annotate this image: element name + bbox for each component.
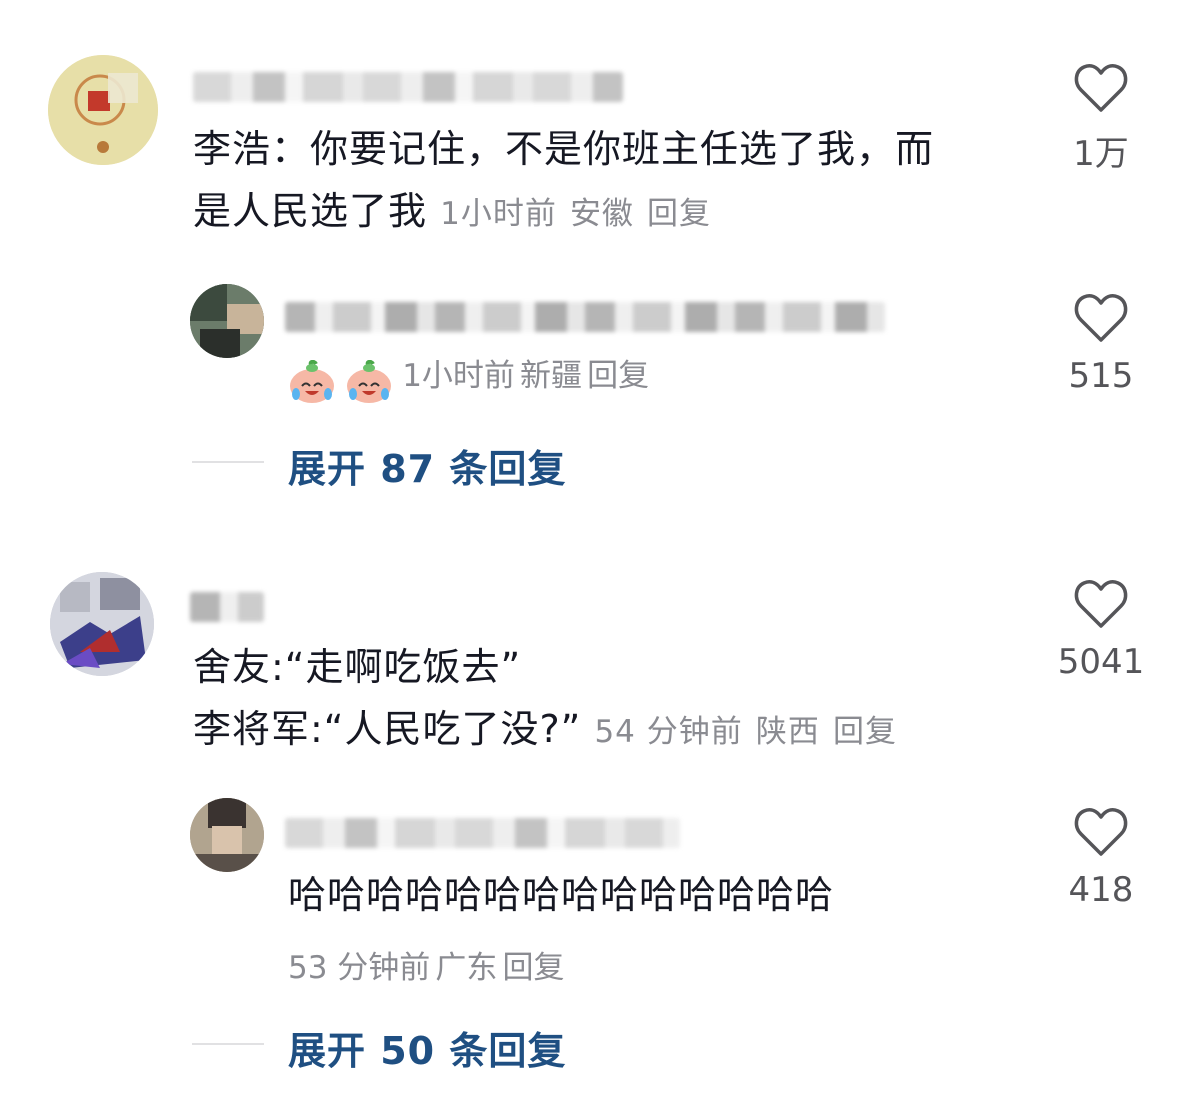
like-button[interactable]: 418 <box>1056 806 1146 910</box>
avatar-seal-icon <box>48 55 158 165</box>
comment-text-line: 李将军:“人民吃了没?” 54 分钟前 陕西 回复 <box>193 707 897 751</box>
comment-text-line: 舍友:“走啊吃饭去” <box>193 645 522 689</box>
reply-avatar[interactable] <box>190 284 264 358</box>
comment-avatar[interactable] <box>50 572 154 676</box>
reply-location: 新疆 <box>520 358 583 394</box>
avatar-blurred-icon <box>190 798 264 872</box>
reply-username-blurred[interactable] <box>285 818 680 848</box>
comment-text-line: 李浩：你要记住，不是你班主任选了我，而 <box>193 127 935 171</box>
comment-avatar[interactable] <box>48 55 158 165</box>
comment-location: 安徽 <box>569 196 634 232</box>
divider <box>192 461 264 463</box>
reply-button[interactable]: 回复 <box>503 950 565 986</box>
like-button[interactable]: 1万 <box>1056 62 1146 175</box>
like-button[interactable]: 5041 <box>1056 578 1146 682</box>
heart-outline-icon <box>1074 294 1128 342</box>
like-count: 5041 <box>1057 642 1145 682</box>
comment-text-line: 是人民选了我 1小时前 安徽 回复 <box>193 189 712 233</box>
heart-outline-icon <box>1074 64 1128 112</box>
reply-text: 哈哈哈哈哈哈哈哈哈哈哈哈哈哈 <box>288 873 835 917</box>
reply-button[interactable]: 回复 <box>647 196 711 232</box>
reply-username-blurred[interactable] <box>285 302 885 332</box>
avatar-anime-icon <box>50 572 154 676</box>
reply-location: 广东 <box>435 950 498 986</box>
reply-button[interactable]: 回复 <box>833 714 897 750</box>
crying-laughing-peach-emoji <box>345 359 393 404</box>
comment-username-blurred[interactable] <box>193 72 623 102</box>
comment-location: 陕西 <box>755 714 820 750</box>
comment-username-blurred[interactable] <box>190 592 264 622</box>
avatar-blurred-icon <box>190 284 264 358</box>
expand-replies-button[interactable]: 展开 50 条回复 <box>288 1020 566 1075</box>
comment-time: 1小时前 <box>440 196 557 232</box>
like-button[interactable]: 515 <box>1056 292 1146 396</box>
reply-avatar[interactable] <box>190 798 264 872</box>
reply-time: 53 分钟前 <box>288 950 431 986</box>
divider <box>192 1043 264 1045</box>
like-count: 1万 <box>1073 134 1129 174</box>
expand-replies-button[interactable]: 展开 87 条回复 <box>288 438 566 493</box>
reply-time: 1小时前 <box>402 358 515 394</box>
comment-time: 54 分钟前 <box>594 714 743 750</box>
crying-laughing-peach-emoji <box>288 359 336 404</box>
reply-button[interactable]: 回复 <box>587 358 649 394</box>
like-count: 515 <box>1068 356 1134 396</box>
heart-outline-icon <box>1074 580 1128 628</box>
like-count: 418 <box>1068 870 1134 910</box>
heart-outline-icon <box>1074 808 1128 856</box>
